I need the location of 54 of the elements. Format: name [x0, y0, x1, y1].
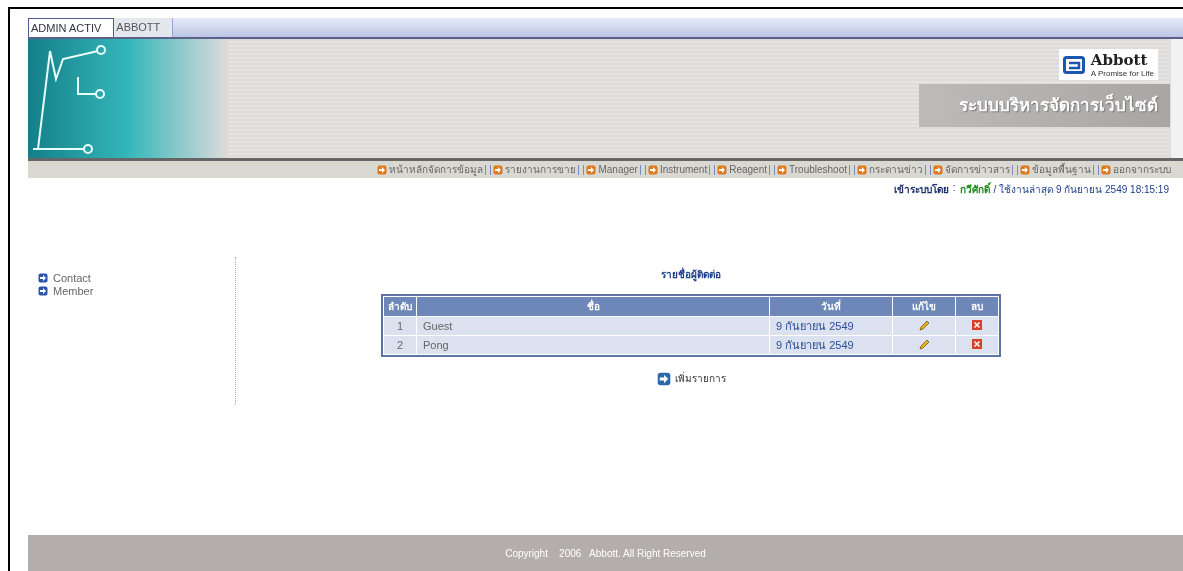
- tab[interactable]: ABBOTT: [114, 18, 174, 37]
- login-label: เข้าระบบโดย: [893, 183, 949, 197]
- menu-link[interactable]: Troubleshoot: [777, 164, 847, 175]
- arrow-icon: [777, 164, 787, 175]
- arrow-icon: [933, 164, 943, 175]
- logo-name: Abbott: [1090, 51, 1149, 69]
- menu-link[interactable]: Reagent: [717, 164, 767, 175]
- arrow-icon: [1101, 164, 1111, 175]
- arrow-icon: [717, 164, 728, 175]
- copyright-text: Copyright 2006 Abbott. All Right Reserved: [505, 547, 706, 559]
- add-item-link[interactable]: เพิ่มรายการ: [656, 371, 726, 386]
- arrow-icon: [377, 164, 388, 175]
- menu-link[interactable]: หน้าหลักจัดการข้อมูล: [377, 162, 484, 177]
- menu-link[interactable]: ข้อมูลพื้นฐาน: [1020, 162, 1091, 177]
- system-title: ระบบบริหารจัดการเว็บไซต์: [919, 84, 1170, 127]
- column-header: ลบ: [956, 297, 998, 316]
- table-title: รายชื่อผู้ติดต่อ: [661, 267, 721, 282]
- sidebar-link[interactable]: Member: [38, 285, 235, 297]
- table-cell: 1: [384, 317, 416, 335]
- scrollbar[interactable]: [1170, 39, 1183, 158]
- last-used-text: / ใช้งานล่าสุด 9 กันยายน 2549 18:15:19: [993, 183, 1169, 197]
- tab[interactable]: ADMIN ACTIV: [28, 18, 115, 37]
- user-name: กวีศักดิ์: [959, 182, 990, 197]
- separator-text: :: [952, 182, 956, 195]
- menu-link[interactable]: Manager: [586, 164, 638, 175]
- column-header: ลำดับ: [384, 297, 416, 316]
- arrow-icon: [38, 273, 48, 283]
- table-cell: Pong: [417, 336, 769, 354]
- arrow-icon: [1020, 164, 1030, 175]
- menu-link[interactable]: จัดการข่าวสาร: [933, 162, 1010, 177]
- pencil-icon[interactable]: [918, 338, 930, 350]
- delete-icon[interactable]: [972, 339, 982, 349]
- column-header: แก้ไข: [893, 297, 955, 316]
- menu-link[interactable]: ออกจากระบบ: [1101, 162, 1171, 177]
- pencil-icon[interactable]: [918, 319, 930, 331]
- logo-icon: [1062, 55, 1085, 74]
- sidebar-link[interactable]: Contact: [38, 272, 235, 284]
- column-header: ชื่อ: [417, 297, 769, 316]
- arrow-icon: [38, 286, 48, 296]
- table-cell: 2: [384, 336, 416, 354]
- delete-icon[interactable]: [972, 320, 982, 330]
- logo-tagline: A Promise for Life: [1090, 69, 1154, 78]
- menu-link[interactable]: Instrument: [647, 164, 708, 175]
- enter-icon: [656, 371, 671, 386]
- table-cell: 9 กันยายน 2549: [770, 317, 892, 335]
- column-header: วันที่: [770, 297, 892, 316]
- arrow-icon: [586, 164, 597, 175]
- arrow-icon: [493, 164, 504, 175]
- table-cell: 9 กันยายน 2549: [770, 336, 892, 354]
- menu-link[interactable]: กระดานข่าว: [857, 162, 923, 177]
- arrow-icon: [647, 164, 658, 175]
- arrow-icon: [857, 164, 867, 175]
- menu-link[interactable]: รายงานการขาย: [493, 162, 577, 177]
- table-cell: Guest: [417, 317, 769, 335]
